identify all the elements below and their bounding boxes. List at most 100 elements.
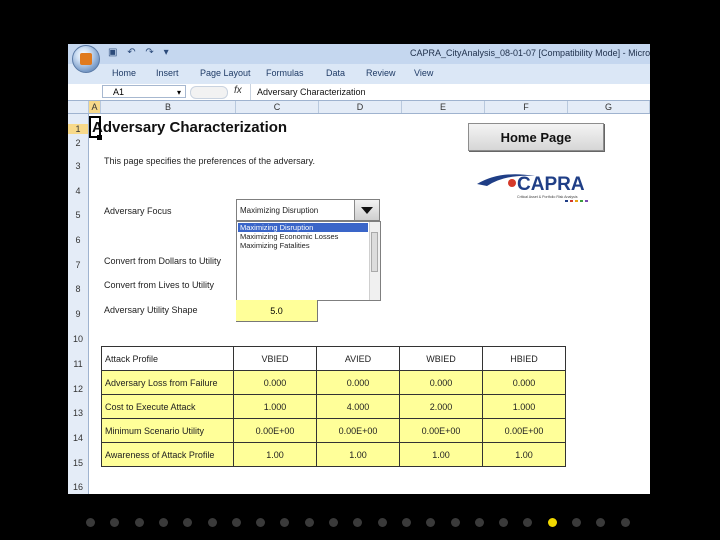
home-page-button[interactable]: Home Page	[468, 123, 604, 151]
formula-zoom-slot	[190, 86, 228, 99]
table-cell[interactable]: 1.00	[399, 442, 483, 467]
table-cell[interactable]: 1.000	[233, 394, 317, 419]
table-cell[interactable]: 0.000	[482, 370, 566, 395]
table-cell[interactable]: 0.000	[316, 370, 400, 395]
tab-page-layout[interactable]: Page Layout	[200, 68, 251, 78]
ribbon-tabs: Home Insert Page Layout Formulas Data Re…	[68, 64, 650, 85]
slide-dot[interactable]	[158, 518, 168, 527]
row-header[interactable]: 14	[68, 433, 88, 443]
adversary-focus-options[interactable]: Maximizing Disruption Maximizing Economi…	[236, 221, 381, 301]
slide-dot[interactable]	[401, 518, 411, 527]
row-header[interactable]: 15	[68, 458, 88, 468]
tab-review[interactable]: Review	[366, 68, 396, 78]
slide-dot-active[interactable]	[547, 518, 557, 527]
table-cell[interactable]: 0.000	[233, 370, 317, 395]
column-headers: A B C D E F G	[68, 101, 650, 114]
slide-dot[interactable]	[353, 518, 363, 527]
chevron-down-icon[interactable]	[354, 200, 379, 220]
utility-shape-value[interactable]: 5.0	[236, 300, 318, 322]
slide-dot[interactable]	[304, 518, 314, 527]
fill-handle[interactable]	[97, 135, 102, 140]
slide-dot[interactable]	[450, 518, 460, 527]
row-header[interactable]: 3	[68, 161, 88, 171]
formula-input[interactable]: Adversary Characterization	[250, 84, 650, 100]
table-header-row: Attack Profile VBIED AVIED WBIED HBIED	[101, 346, 566, 371]
row-header[interactable]: 4	[68, 186, 88, 196]
table-cell[interactable]: 0.00E+00	[233, 418, 317, 443]
slide-dot[interactable]	[86, 518, 95, 527]
slide-dot[interactable]	[523, 518, 533, 527]
row-header[interactable]: 2	[68, 138, 88, 148]
slide-dot[interactable]	[231, 518, 241, 527]
save-icon[interactable]: ▣	[108, 47, 117, 58]
option-maximizing-fatalities[interactable]: Maximizing Fatalities	[238, 241, 368, 250]
slide-dot[interactable]	[183, 518, 193, 527]
office-logo-icon	[80, 53, 92, 65]
tab-formulas[interactable]: Formulas	[266, 68, 304, 78]
row-header[interactable]: 8	[68, 284, 88, 294]
row-header[interactable]: 16	[68, 482, 88, 492]
dollars-utility-label: Convert from Dollars to Utility	[104, 256, 222, 266]
row-header[interactable]: 11	[68, 359, 88, 369]
column-header-e[interactable]: E	[402, 101, 485, 113]
row-header[interactable]: 5	[68, 210, 88, 220]
tab-view[interactable]: View	[414, 68, 433, 78]
select-all-corner[interactable]	[68, 101, 89, 113]
slide-dot[interactable]	[329, 518, 338, 527]
undo-icon[interactable]: ↶	[127, 47, 135, 58]
table-header-cell: AVIED	[316, 346, 400, 371]
table-cell[interactable]: 1.00	[482, 442, 566, 467]
table-cell[interactable]: 1.00	[233, 442, 317, 467]
slide-dot[interactable]	[280, 518, 290, 527]
row-header[interactable]: 12	[68, 384, 88, 394]
description-text: This page specifies the preferences of t…	[104, 156, 315, 166]
table-cell[interactable]: 1.000	[482, 394, 566, 419]
slide-dot[interactable]	[207, 518, 217, 527]
row-header[interactable]: 6	[68, 235, 88, 245]
table-cell[interactable]: 1.00	[316, 442, 400, 467]
scrollbar-thumb[interactable]	[371, 232, 378, 272]
slide-dot[interactable]	[377, 518, 387, 527]
redo-icon[interactable]: ↷	[145, 47, 153, 58]
table-cell[interactable]: 0.00E+00	[482, 418, 566, 443]
adversary-focus-dropdown[interactable]: Maximizing Disruption	[236, 199, 380, 221]
slide-dot[interactable]	[499, 518, 509, 527]
slide-dot[interactable]	[426, 518, 436, 527]
column-header-b[interactable]: B	[101, 101, 236, 113]
slide-dot[interactable]	[572, 518, 581, 527]
name-box[interactable]: A1 ▾	[102, 85, 186, 98]
slide-dot[interactable]	[110, 518, 120, 527]
table-cell[interactable]: 0.00E+00	[316, 418, 400, 443]
slide-dot[interactable]	[596, 518, 606, 527]
column-header-c[interactable]: C	[236, 101, 319, 113]
column-header-a[interactable]: A	[89, 101, 101, 113]
option-maximizing-economic-losses[interactable]: Maximizing Economic Losses	[238, 232, 368, 241]
tab-data[interactable]: Data	[326, 68, 345, 78]
page-title: Adversary Characterization	[92, 119, 288, 136]
function-icon[interactable]: fx	[234, 85, 242, 96]
slide-dot[interactable]	[134, 518, 144, 527]
table-cell[interactable]: 2.000	[399, 394, 483, 419]
column-header-f[interactable]: F	[485, 101, 568, 113]
slide-dot[interactable]	[620, 518, 630, 527]
office-button[interactable]	[72, 45, 100, 73]
column-header-g[interactable]: G	[568, 101, 650, 113]
dropdown-scrollbar[interactable]	[369, 222, 380, 300]
tab-home[interactable]: Home	[112, 68, 136, 78]
chevron-down-icon[interactable]: ▾	[177, 86, 181, 99]
slide-dot[interactable]	[256, 518, 266, 527]
option-maximizing-disruption[interactable]: Maximizing Disruption	[238, 223, 368, 232]
table-cell[interactable]: 4.000	[316, 394, 400, 419]
column-header-d[interactable]: D	[319, 101, 402, 113]
row-header[interactable]: 9	[68, 309, 88, 319]
table-header-cell: WBIED	[399, 346, 483, 371]
row-header[interactable]: 1	[68, 124, 88, 134]
tab-insert[interactable]: Insert	[156, 68, 179, 78]
table-cell[interactable]: 0.00E+00	[399, 418, 483, 443]
slide-dot[interactable]	[474, 518, 484, 527]
row-header[interactable]: 7	[68, 260, 88, 270]
table-cell[interactable]: 0.000	[399, 370, 483, 395]
row-header[interactable]: 10	[68, 334, 88, 344]
customize-toolbar-icon[interactable]: ▾	[164, 47, 169, 58]
row-header[interactable]: 13	[68, 408, 88, 418]
